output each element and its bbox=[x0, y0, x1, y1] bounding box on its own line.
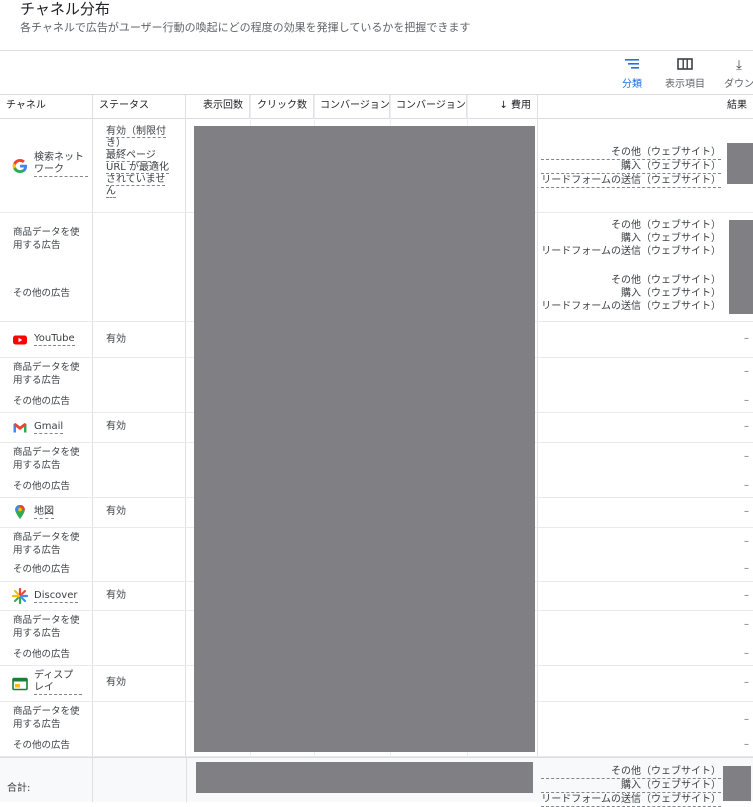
redacted-result-values bbox=[729, 220, 753, 314]
channel-link-gmail[interactable]: Gmail bbox=[34, 421, 64, 434]
youtube-icon bbox=[13, 335, 27, 345]
header-cost-label: 費用 bbox=[511, 100, 531, 111]
page-subtitle: 各チャネルで広告がユーザー行動の喚起にどの程度の効果を発揮しているかを把握できま… bbox=[20, 21, 471, 34]
page-title: チャネル分布 bbox=[20, 0, 110, 18]
discover-icon bbox=[12, 588, 28, 604]
results-list: その他（ウェブサイト） 購入（ウェブサイト） リードフォームの送信（ウェブサイト… bbox=[541, 146, 721, 188]
sub-other: その他の広告 bbox=[13, 288, 71, 299]
empty-value: – bbox=[744, 677, 749, 688]
status-text: 有効 bbox=[106, 590, 126, 601]
columns-icon bbox=[665, 57, 705, 75]
columns-button[interactable]: 表示項目 bbox=[665, 57, 705, 90]
header-clicks[interactable]: クリック数 bbox=[250, 95, 314, 118]
header-status[interactable]: ステータス bbox=[93, 95, 186, 118]
google-icon bbox=[12, 159, 27, 173]
result-purchase[interactable]: 購入（ウェブサイト） bbox=[541, 779, 721, 793]
empty-value: – bbox=[744, 619, 749, 630]
channel-link-search[interactable]: 検索ネットワーク bbox=[34, 152, 88, 177]
header-results[interactable]: 結果 bbox=[538, 95, 753, 118]
redacted-metrics bbox=[194, 126, 535, 752]
result-other: その他（ウェブサイト） bbox=[611, 275, 721, 286]
sub-product: 商品データを使用する広告 bbox=[13, 615, 80, 639]
table-header: チャネル ステータス 表示回数 クリック数 コンバージョン コンバージョン ↓ … bbox=[0, 95, 753, 119]
status-detail[interactable]: 最終ページ URL が最適化されていません bbox=[106, 150, 170, 198]
empty-value: – bbox=[744, 739, 749, 750]
status-text: 有効 bbox=[106, 421, 126, 432]
filter-list-icon bbox=[622, 57, 642, 75]
result-other[interactable]: その他（ウェブサイト） bbox=[541, 146, 721, 160]
header-impressions[interactable]: 表示回数 bbox=[186, 95, 250, 118]
result-lead-form: リードフォームの送信（ウェブサイト） bbox=[541, 301, 721, 312]
download-label: ダウン bbox=[724, 79, 753, 90]
sub-product: 商品データを使用する広告 bbox=[13, 532, 80, 556]
sub-other: その他の広告 bbox=[13, 396, 71, 407]
status-text: 有効 bbox=[106, 334, 126, 345]
empty-value: – bbox=[744, 590, 749, 601]
total-label: 合計: bbox=[7, 783, 31, 794]
result-purchase: 購入（ウェブサイト） bbox=[621, 288, 721, 299]
empty-value: – bbox=[744, 480, 749, 491]
empty-value: – bbox=[744, 366, 749, 377]
redacted-total-results bbox=[723, 766, 751, 801]
sub-other: その他の広告 bbox=[13, 564, 71, 575]
results-list: その他（ウェブサイト） 購入（ウェブサイト） リードフォームの送信（ウェブサイト… bbox=[541, 219, 721, 258]
channel-link-maps[interactable]: 地図 bbox=[34, 506, 54, 519]
empty-value: – bbox=[744, 333, 749, 344]
sub-other: その他の広告 bbox=[13, 481, 71, 492]
sort-arrow-icon: ↓ bbox=[499, 100, 511, 111]
sub-product: 商品データを使用する広告 bbox=[13, 362, 80, 386]
result-purchase[interactable]: 購入（ウェブサイト） bbox=[541, 160, 721, 174]
results-list: その他（ウェブサイト） 購入（ウェブサイト） リードフォームの送信（ウェブサイト… bbox=[541, 274, 721, 313]
channel-link-youtube[interactable]: YouTube bbox=[34, 333, 75, 346]
empty-value: – bbox=[744, 536, 749, 547]
result-purchase: 購入（ウェブサイト） bbox=[621, 233, 721, 244]
empty-value: – bbox=[744, 563, 749, 574]
gmail-icon bbox=[13, 423, 27, 433]
sub-other: その他の広告 bbox=[13, 740, 71, 751]
channel-link-discover[interactable]: Discover bbox=[34, 590, 78, 603]
display-icon bbox=[12, 677, 28, 691]
header-channel[interactable]: チャネル bbox=[0, 95, 93, 118]
redacted-total-metrics bbox=[196, 762, 533, 793]
sub-product: 商品データを使用する広告 bbox=[13, 706, 80, 730]
sub-product: 商品データを使用する広告 bbox=[13, 447, 80, 471]
channel-link-display[interactable]: ディスプレイ bbox=[34, 670, 82, 695]
status-text: 有効 bbox=[106, 677, 126, 688]
status-text: 有効 bbox=[106, 506, 126, 517]
page-header: チャネル分布 各チャネルで広告がユーザー行動の喚起にどの程度の効果を発揮している… bbox=[0, 0, 753, 51]
sub-product: 商品データを使用する広告 bbox=[13, 227, 80, 251]
columns-label: 表示項目 bbox=[665, 79, 705, 90]
empty-value: – bbox=[744, 714, 749, 725]
result-lead-form[interactable]: リードフォームの送信（ウェブサイト） bbox=[541, 793, 721, 807]
header-conversion-value[interactable]: コンバージョン bbox=[390, 95, 467, 118]
result-other: その他（ウェブサイト） bbox=[611, 220, 721, 231]
download-icon: ⤓ bbox=[736, 58, 742, 73]
empty-value: – bbox=[744, 421, 749, 432]
header-conversions[interactable]: コンバージョン bbox=[314, 95, 390, 118]
empty-value: – bbox=[744, 506, 749, 517]
segment-label: 分類 bbox=[622, 79, 642, 90]
result-lead-form[interactable]: リードフォームの送信（ウェブサイト） bbox=[541, 174, 721, 188]
download-button[interactable]: ⤓ ダウン bbox=[724, 57, 753, 90]
map-pin-icon bbox=[15, 505, 25, 519]
result-other[interactable]: その他（ウェブサイト） bbox=[541, 765, 721, 779]
header-cost[interactable]: ↓ 費用 bbox=[467, 95, 538, 118]
redacted-result-values bbox=[727, 143, 753, 184]
empty-value: – bbox=[744, 395, 749, 406]
result-lead-form: リードフォームの送信（ウェブサイト） bbox=[541, 246, 721, 257]
segment-button[interactable]: 分類 bbox=[622, 57, 642, 90]
table-toolbar: 分類 表示項目 ⤓ ダウン bbox=[0, 51, 753, 95]
empty-value: – bbox=[744, 451, 749, 462]
status-limited[interactable]: 有効（制限付き） bbox=[106, 126, 166, 150]
empty-value: – bbox=[744, 648, 749, 659]
sub-other: その他の広告 bbox=[13, 649, 71, 660]
